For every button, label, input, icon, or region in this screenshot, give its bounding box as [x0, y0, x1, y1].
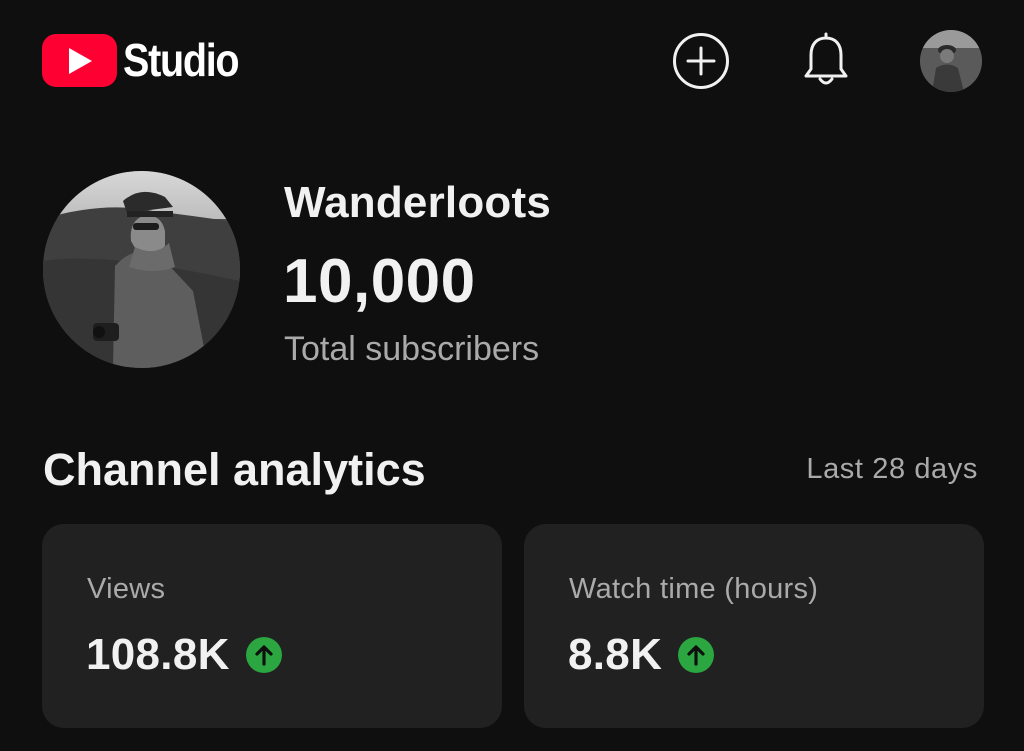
- create-button[interactable]: [670, 30, 732, 92]
- card-label: Views: [87, 573, 166, 605]
- views-card[interactable]: Views 108.8K: [42, 524, 502, 728]
- youtube-play-icon: [42, 34, 117, 87]
- watch-time-card[interactable]: Watch time (hours) 8.8K: [524, 524, 984, 728]
- top-app-bar: Studio: [0, 0, 1024, 124]
- channel-profile-photo: [43, 171, 240, 368]
- arrow-up-icon: [678, 637, 715, 673]
- arrow-up-icon: [245, 637, 282, 673]
- studio-home: Studio Wanderloots 10,000 Total subscrib…: [0, 0, 1024, 751]
- card-value-row: 108.8K: [86, 630, 282, 680]
- channel-name: Wanderloots: [284, 178, 552, 227]
- bell-icon: [804, 32, 848, 85]
- analytics-period: Last 28 days: [806, 453, 978, 485]
- profile-photo-small: [920, 30, 982, 92]
- notifications-button[interactable]: [795, 30, 857, 92]
- subscriber-count: 10,000: [283, 247, 476, 316]
- views-value: 108.8K: [86, 630, 230, 679]
- account-avatar[interactable]: [920, 30, 982, 92]
- card-value-row: 8.8K: [568, 630, 715, 680]
- channel-avatar[interactable]: [43, 171, 240, 368]
- add-circle-icon: [673, 33, 729, 89]
- studio-logo[interactable]: Studio: [42, 34, 257, 87]
- subscriber-label: Total subscribers: [284, 330, 540, 368]
- channel-analytics-title: Channel analytics: [43, 444, 426, 495]
- watch-time-value: 8.8K: [568, 630, 663, 679]
- logo-text: Studio: [123, 34, 240, 86]
- card-label: Watch time (hours): [569, 573, 819, 605]
